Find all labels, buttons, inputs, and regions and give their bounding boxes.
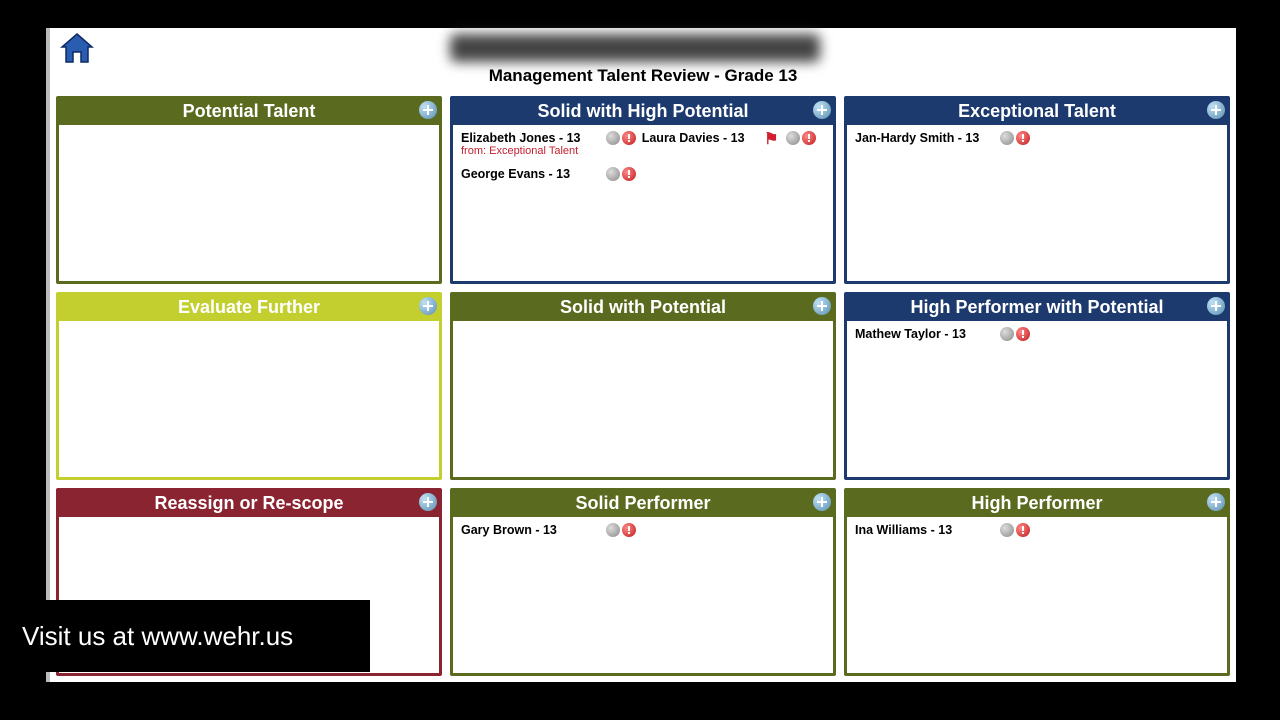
cell-solid-high-potential: Solid with High Potential Elizabeth Jones… xyxy=(450,96,836,284)
status-dot-grey-icon[interactable] xyxy=(606,167,620,181)
person-name: George Evans - 13 xyxy=(461,167,600,181)
caption-text: Visit us at www.wehr.us xyxy=(22,621,293,652)
add-icon[interactable] xyxy=(813,297,831,315)
status-dot-grey-icon[interactable] xyxy=(606,131,620,145)
status-dot-alert-icon[interactable] xyxy=(622,131,636,145)
add-icon[interactable] xyxy=(419,297,437,315)
flag-icon: ⚑ xyxy=(764,129,778,149)
cell-body[interactable] xyxy=(453,321,833,333)
add-icon[interactable] xyxy=(1207,297,1225,315)
cell-exceptional-talent: Exceptional Talent Jan-Hardy Smith - 13 xyxy=(844,96,1230,284)
person-name: Elizabeth Jones - 13 xyxy=(461,131,600,145)
cell-header: Solid with High Potential xyxy=(453,99,833,125)
cell-body[interactable] xyxy=(59,321,439,333)
cell-solid-with-potential: Solid with Potential xyxy=(450,292,836,480)
cell-body[interactable]: Gary Brown - 13 xyxy=(453,517,833,563)
cell-evaluate-further: Evaluate Further xyxy=(56,292,442,480)
status-icons xyxy=(1000,131,1030,145)
top-bar: Management Talent Review - Grade 13 xyxy=(50,28,1236,88)
person-name: Gary Brown - 13 xyxy=(461,523,600,537)
add-icon[interactable] xyxy=(813,493,831,511)
cell-header: Reassign or Re-scope xyxy=(59,491,439,517)
add-icon[interactable] xyxy=(813,101,831,119)
cell-body[interactable]: Ina Williams - 13 xyxy=(847,517,1227,563)
cell-solid-performer: Solid Performer Gary Brown - 13 xyxy=(450,488,836,676)
add-icon[interactable] xyxy=(1207,101,1225,119)
person-name: Ina Williams - 13 xyxy=(855,523,994,537)
status-dot-alert-icon[interactable] xyxy=(802,131,816,145)
status-dot-alert-icon[interactable] xyxy=(1016,327,1030,341)
person-name: Mathew Taylor - 13 xyxy=(855,327,994,341)
status-icons xyxy=(1000,327,1030,341)
person-name: Laura Davies - 13 xyxy=(642,131,781,145)
cell-potential-talent: Potential Talent xyxy=(56,96,442,284)
status-dot-grey-icon[interactable] xyxy=(786,131,800,145)
person-entry[interactable]: Mathew Taylor - 13 xyxy=(855,327,1030,361)
blurred-header-area xyxy=(450,34,820,62)
cell-header: High Performer xyxy=(847,491,1227,517)
cell-header: Solid with Potential xyxy=(453,295,833,321)
add-icon[interactable] xyxy=(1207,493,1225,511)
cell-high-performer: High Performer Ina Williams - 13 xyxy=(844,488,1230,676)
cell-high-performer-potential: High Performer with Potential Mathew Tayl… xyxy=(844,292,1230,480)
add-icon[interactable] xyxy=(419,493,437,511)
cell-body[interactable]: Mathew Taylor - 13 xyxy=(847,321,1227,367)
page-title: Management Talent Review - Grade 13 xyxy=(50,66,1236,86)
cell-header: High Performer with Potential xyxy=(847,295,1227,321)
cell-body[interactable] xyxy=(59,517,439,529)
cell-header: Evaluate Further xyxy=(59,295,439,321)
cell-header: Potential Talent xyxy=(59,99,439,125)
app-frame: Management Talent Review - Grade 13 Pote… xyxy=(46,28,1236,682)
person-entry[interactable]: Elizabeth Jones - 13from: Exceptional Ta… xyxy=(461,131,636,165)
status-icons xyxy=(1000,523,1030,537)
home-icon[interactable] xyxy=(58,30,96,68)
cell-header: Solid Performer xyxy=(453,491,833,517)
status-dot-alert-icon[interactable] xyxy=(622,523,636,537)
person-entry[interactable]: Ina Williams - 13 xyxy=(855,523,1030,557)
status-dot-alert-icon[interactable] xyxy=(622,167,636,181)
status-icons xyxy=(606,167,636,181)
cell-body[interactable] xyxy=(59,125,439,137)
cell-body[interactable]: Jan-Hardy Smith - 13 xyxy=(847,125,1227,171)
person-entry[interactable]: Gary Brown - 13 xyxy=(461,523,636,557)
status-icons xyxy=(606,131,636,145)
video-caption: Visit us at www.wehr.us xyxy=(0,600,370,672)
status-dot-grey-icon[interactable] xyxy=(1000,523,1014,537)
person-note: from: Exceptional Talent xyxy=(461,145,600,157)
person-entry[interactable]: Jan-Hardy Smith - 13 xyxy=(855,131,1030,165)
person-entry[interactable]: George Evans - 13 xyxy=(461,167,636,201)
status-dot-grey-icon[interactable] xyxy=(1000,131,1014,145)
status-dot-alert-icon[interactable] xyxy=(1016,523,1030,537)
status-icons xyxy=(606,523,636,537)
nine-box-grid: Potential Talent Solid with High Potentia… xyxy=(56,96,1230,676)
status-dot-grey-icon[interactable] xyxy=(606,523,620,537)
person-entry[interactable]: Laura Davies - 13⚑ xyxy=(642,131,817,165)
status-dot-alert-icon[interactable] xyxy=(1016,131,1030,145)
cell-body[interactable]: Elizabeth Jones - 13from: Exceptional Ta… xyxy=(453,125,833,207)
add-icon[interactable] xyxy=(419,101,437,119)
cell-header: Exceptional Talent xyxy=(847,99,1227,125)
person-name: Jan-Hardy Smith - 13 xyxy=(855,131,994,145)
status-dot-grey-icon[interactable] xyxy=(1000,327,1014,341)
status-icons xyxy=(786,131,816,145)
